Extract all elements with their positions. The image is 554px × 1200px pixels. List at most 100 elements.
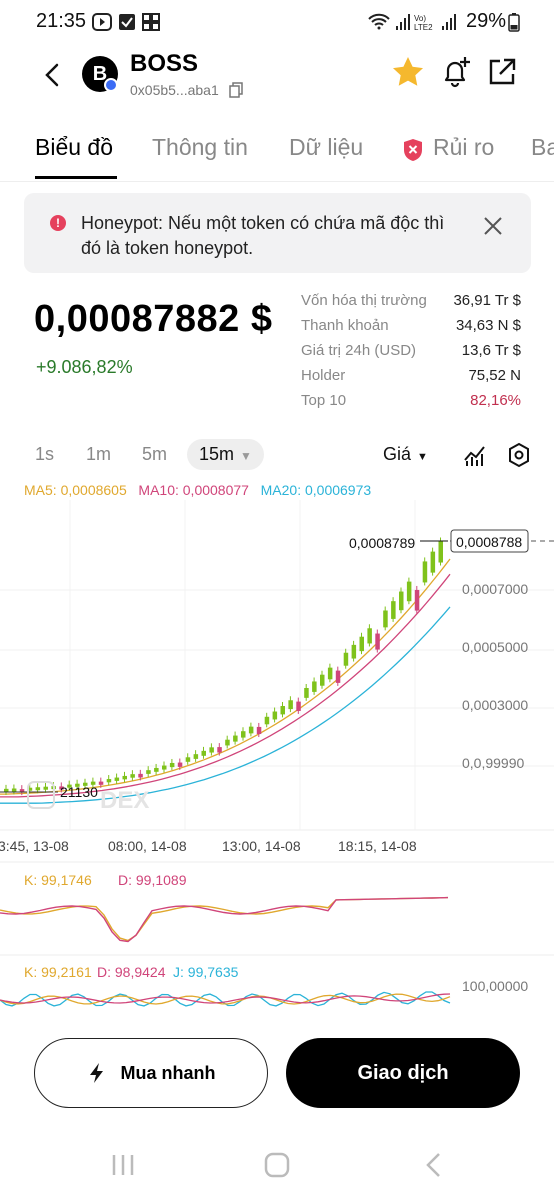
candle (106, 779, 112, 783)
share-external-icon[interactable] (486, 56, 518, 88)
candle (280, 706, 285, 715)
stat-label: Holder (301, 367, 346, 384)
candle (185, 757, 191, 762)
candle (233, 735, 238, 742)
stat-value: 36,91 Tr $ (453, 292, 521, 309)
price-type-label: Giá (383, 444, 412, 464)
chart-ma-lines (0, 558, 451, 804)
x-tick-label: 08:00, 14-08 (108, 838, 187, 854)
candle (406, 581, 412, 602)
alert-bell-add-icon[interactable] (438, 54, 474, 90)
volte-icon: Vo)LTE2 (414, 14, 433, 32)
ma20-line (0, 606, 451, 804)
candle (217, 747, 222, 753)
tab-chart[interactable]: Biểu đồ (35, 134, 113, 161)
candle (35, 787, 41, 791)
price-chart[interactable]: 0,0007000 0,0005000 0,0003000 0,0,99990 3:45… (0, 500, 554, 1020)
battery-icon (508, 13, 520, 32)
check-icon (119, 14, 135, 30)
quick-buy-label: Mua nhanh (120, 1062, 216, 1083)
candle (335, 670, 341, 683)
candle (98, 781, 104, 785)
kdj-d-label: D: 98,9424 (97, 964, 166, 980)
kdj-k-label: K: 99,2161 (24, 964, 92, 980)
close-icon[interactable] (482, 215, 504, 237)
interval-1m[interactable]: 1m (86, 444, 111, 465)
interval-label: 15m (199, 444, 235, 464)
risk-shield-icon (404, 139, 422, 161)
chart-settings-icon[interactable] (506, 442, 532, 468)
interval-1s[interactable]: 1s (35, 444, 54, 465)
trade-button[interactable]: Giao dịch (286, 1038, 520, 1108)
lightning-icon (89, 1063, 103, 1083)
candle (209, 747, 214, 753)
token-address: 0x05b5...aba1 (130, 82, 219, 98)
kd-indicator-panel: K: 99,1746 D: 99,1089 (0, 872, 449, 943)
candle (11, 788, 17, 792)
quick-buy-button[interactable]: Mua nhanh (34, 1038, 268, 1108)
chain-badge-icon (104, 78, 118, 92)
stat-top10: Top 10 82,16% (301, 390, 521, 415)
candle (177, 762, 183, 767)
stat-value: 34,63 N $ (455, 317, 521, 334)
interval-15m[interactable]: 15m ▼ (187, 439, 264, 470)
stat-label: Giá trị 24h (USD) (301, 342, 417, 359)
candle (146, 770, 151, 774)
candle (296, 701, 301, 711)
stat-label: Thanh khoản (301, 317, 389, 334)
candle (304, 687, 309, 698)
token-header: B BOSS 0x05b5...aba1 (0, 44, 554, 106)
candle (201, 750, 206, 756)
chart-labels: 0,0008789 0,0008788 21130 DEX (0, 529, 554, 814)
copy-icon[interactable] (229, 82, 243, 98)
nav-back-icon[interactable] (424, 1152, 444, 1178)
stat-holders: Holder 75,52 N (301, 365, 521, 390)
kd-d-label: D: 99,1089 (118, 872, 187, 888)
candle (264, 716, 270, 725)
candle (327, 667, 333, 680)
home-icon[interactable] (263, 1151, 291, 1179)
action-bar: Mua nhanh Giao dịch (0, 1030, 554, 1120)
active-tab-indicator (35, 176, 117, 179)
candle (359, 636, 364, 652)
back-icon[interactable] (38, 60, 68, 90)
ma10-label: MA10: 0,0008077 (138, 482, 249, 498)
candle (272, 711, 278, 720)
candle (4, 788, 9, 792)
interval-5m[interactable]: 5m (142, 444, 167, 465)
candle (399, 591, 404, 611)
indicators-icon[interactable] (462, 442, 488, 468)
x-tick-label: 18:15, 14-08 (338, 838, 417, 854)
tab-risk[interactable]: Rủi ro (433, 134, 494, 161)
token-price: 0,00087882 $ (34, 298, 273, 340)
current-price-label: 0,0008788 (456, 534, 522, 550)
ma20-label: MA20: 0,0006973 (260, 482, 372, 498)
token-stats: Vốn hóa thị trường 36,91 Tr $ Thanh khoản… (301, 290, 521, 415)
recent-apps-icon[interactable] (110, 1152, 136, 1178)
price-type-select[interactable]: Giá ▼ (383, 444, 428, 465)
tab-data[interactable]: Dữ liệu (289, 134, 363, 161)
candle (241, 731, 246, 738)
tab-info[interactable]: Thông tin (152, 134, 248, 161)
candle (422, 561, 428, 583)
caret-down-icon: ▼ (240, 449, 252, 463)
svg-text:LTE2: LTE2 (414, 23, 433, 32)
stat-volume-24h: Giá trị 24h (USD) 13,6 Tr $ (301, 340, 521, 365)
candle (169, 762, 175, 768)
battery-percent: 29% (465, 10, 506, 32)
x-tick-label: 13:00, 14-08 (222, 838, 301, 854)
kdj-level-label: 100,00000 (462, 978, 528, 994)
y-tick-label: 0,0007000 (462, 581, 528, 597)
candle (225, 739, 230, 746)
tab-bar: Biểu đồ Thông tin Dữ liệu Rủi ro Ba (0, 128, 554, 182)
candle (383, 610, 388, 628)
stat-label: Top 10 (301, 392, 347, 409)
kd-k-label: K: 99,1746 (24, 872, 92, 888)
kdj-j-label: J: 99,7635 (173, 964, 239, 980)
alert-message: Honeypot: Nếu một token có chứa mã độc t… (81, 213, 445, 258)
favorite-star-icon[interactable] (390, 54, 426, 90)
candle (391, 601, 396, 619)
tab-overflow[interactable]: Ba (531, 134, 554, 161)
candle (414, 589, 420, 611)
ma-legend: MA5: 0,0008605 MA10: 0,0008077 MA20: 0,0… (24, 482, 371, 498)
